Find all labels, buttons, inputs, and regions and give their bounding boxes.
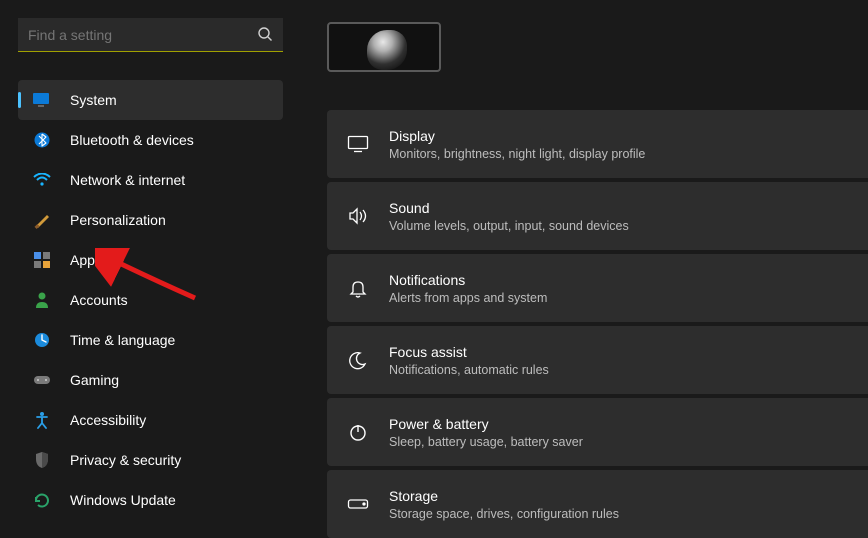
card-text: Focus assist Notifications, automatic ru… <box>389 343 549 377</box>
sidebar-item-gaming[interactable]: Gaming <box>18 360 283 400</box>
sidebar-item-accounts[interactable]: Accounts <box>18 280 283 320</box>
sidebar-item-time-language[interactable]: Time & language <box>18 320 283 360</box>
card-title: Notifications <box>389 271 547 289</box>
card-text: Display Monitors, brightness, night ligh… <box>389 127 645 161</box>
wifi-icon <box>32 170 52 190</box>
sidebar-item-label: System <box>70 92 117 108</box>
search-wrap <box>18 18 283 52</box>
sidebar-item-label: Time & language <box>70 332 175 348</box>
accessibility-icon <box>32 410 52 430</box>
card-sound[interactable]: Sound Volume levels, output, input, soun… <box>327 182 868 250</box>
apps-icon <box>32 250 52 270</box>
sidebar-item-privacy[interactable]: Privacy & security <box>18 440 283 480</box>
card-title: Power & battery <box>389 415 583 433</box>
person-icon <box>32 290 52 310</box>
sidebar-item-label: Personalization <box>70 212 166 228</box>
search-input[interactable] <box>18 18 283 52</box>
card-subtitle: Storage space, drives, configuration rul… <box>389 507 619 521</box>
sidebar-item-label: Gaming <box>70 372 119 388</box>
moon-icon <box>347 349 369 371</box>
sidebar-item-label: Bluetooth & devices <box>70 132 194 148</box>
sidebar-item-update[interactable]: Windows Update <box>18 480 283 520</box>
monitor-icon <box>32 90 52 110</box>
gamepad-icon <box>32 370 52 390</box>
card-title: Display <box>389 127 645 145</box>
sidebar-item-bluetooth[interactable]: Bluetooth & devices <box>18 120 283 160</box>
shield-icon <box>32 450 52 470</box>
sidebar-item-label: Windows Update <box>70 492 176 508</box>
card-text: Storage Storage space, drives, configura… <box>389 487 619 521</box>
bluetooth-icon <box>32 130 52 150</box>
card-title: Storage <box>389 487 619 505</box>
card-notifications[interactable]: Notifications Alerts from apps and syste… <box>327 254 868 322</box>
sidebar-item-system[interactable]: System <box>18 80 283 120</box>
card-focus-assist[interactable]: Focus assist Notifications, automatic ru… <box>327 326 868 394</box>
settings-list: Display Monitors, brightness, night ligh… <box>327 110 868 538</box>
card-title: Focus assist <box>389 343 549 361</box>
sidebar-item-label: Accessibility <box>70 412 146 428</box>
brush-icon <box>32 210 52 230</box>
display-icon <box>347 133 369 155</box>
sidebar-item-label: Privacy & security <box>70 452 181 468</box>
sound-icon <box>347 205 369 227</box>
clock-globe-icon <box>32 330 52 350</box>
sidebar-item-label: Network & internet <box>70 172 185 188</box>
desktop-preview-thumbnail[interactable] <box>327 22 441 72</box>
card-subtitle: Alerts from apps and system <box>389 291 547 305</box>
card-text: Power & battery Sleep, battery usage, ba… <box>389 415 583 449</box>
sidebar-item-apps[interactable]: Apps <box>18 240 283 280</box>
sidebar-item-label: Accounts <box>70 292 128 308</box>
card-text: Notifications Alerts from apps and syste… <box>389 271 547 305</box>
card-text: Sound Volume levels, output, input, soun… <box>389 199 629 233</box>
power-icon <box>347 421 369 443</box>
sidebar: System Bluetooth & devices Network & int… <box>0 0 300 532</box>
update-icon <box>32 490 52 510</box>
sidebar-item-personalization[interactable]: Personalization <box>18 200 283 240</box>
card-subtitle: Notifications, automatic rules <box>389 363 549 377</box>
card-subtitle: Volume levels, output, input, sound devi… <box>389 219 629 233</box>
nav: System Bluetooth & devices Network & int… <box>18 80 283 520</box>
sidebar-item-network[interactable]: Network & internet <box>18 160 283 200</box>
bell-icon <box>347 277 369 299</box>
card-subtitle: Monitors, brightness, night light, displ… <box>389 147 645 161</box>
sidebar-item-label: Apps <box>70 252 102 268</box>
card-power-battery[interactable]: Power & battery Sleep, battery usage, ba… <box>327 398 868 466</box>
card-title: Sound <box>389 199 629 217</box>
storage-icon <box>347 493 369 515</box>
sidebar-item-accessibility[interactable]: Accessibility <box>18 400 283 440</box>
thumbnail-image <box>367 30 407 70</box>
card-subtitle: Sleep, battery usage, battery saver <box>389 435 583 449</box>
card-display[interactable]: Display Monitors, brightness, night ligh… <box>327 110 868 178</box>
card-storage[interactable]: Storage Storage space, drives, configura… <box>327 470 868 538</box>
